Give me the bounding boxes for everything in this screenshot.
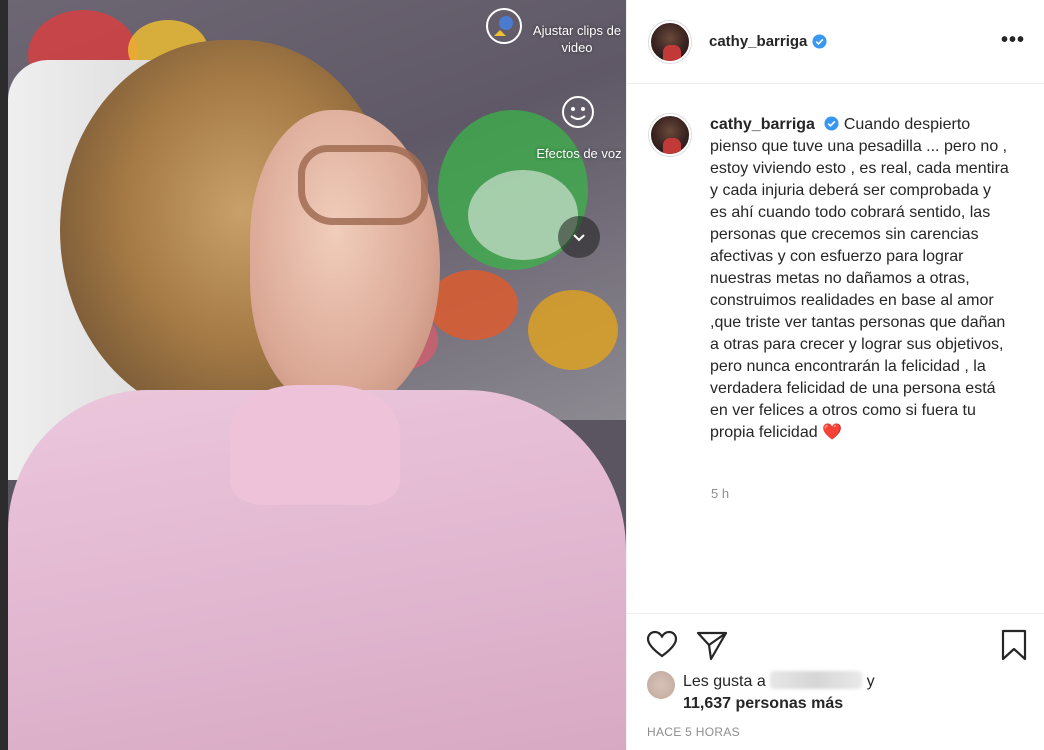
bookmark-icon[interactable] xyxy=(997,628,1031,662)
chevron-down-icon[interactable] xyxy=(558,216,600,258)
voice-effects-icon[interactable] xyxy=(556,90,600,134)
caption-text: Cuando despierto pienso que tuve una pes… xyxy=(710,116,1009,441)
post-date[interactable]: HACE 5 HORAS xyxy=(647,725,740,739)
post-details-panel: cathy_barriga ••• cathy_barriga Cuando d… xyxy=(626,0,1044,750)
action-bar: Les gusta a y 11,637 personas más HACE 5… xyxy=(627,613,1044,750)
caption-timestamp[interactable]: 5 h xyxy=(711,486,729,501)
glasses xyxy=(298,145,428,225)
caption-text-block: cathy_barriga Cuando despierto pienso qu… xyxy=(710,114,1010,444)
caption-block: cathy_barriga Cuando despierto pienso qu… xyxy=(649,114,1029,444)
post-header: cathy_barriga ••• xyxy=(627,0,1044,84)
post-media[interactable]: Ajustar clips de video Efectos de voz xyxy=(0,0,626,750)
verified-badge-icon xyxy=(812,34,827,49)
liker-avatar[interactable] xyxy=(647,671,675,699)
heart-emoji: ❤️ xyxy=(822,424,842,441)
likes-prefix: Les gusta a xyxy=(683,673,766,690)
voice-effects-label[interactable]: Efectos de voz xyxy=(536,145,622,162)
header-username[interactable]: cathy_barriga xyxy=(709,33,807,50)
caption-avatar[interactable] xyxy=(649,114,691,156)
media-edge xyxy=(0,0,8,750)
adjust-clips-label[interactable]: Ajustar clips de video xyxy=(528,22,626,56)
adjust-clips-icon[interactable] xyxy=(482,4,526,48)
avatar[interactable] xyxy=(649,20,691,63)
verified-badge-icon xyxy=(824,116,839,131)
more-options-icon[interactable]: ••• xyxy=(1001,30,1025,50)
sweater-collar xyxy=(230,385,400,505)
likes-summary: Les gusta a y 11,637 personas más xyxy=(647,671,875,715)
heart-icon[interactable] xyxy=(645,628,679,662)
caption-username[interactable]: cathy_barriga xyxy=(710,116,815,133)
paper-plane-icon[interactable] xyxy=(695,628,729,662)
blurred-liker-name[interactable] xyxy=(770,671,863,689)
likes-count[interactable]: 11,637 personas más xyxy=(683,695,843,712)
likes-suffix: y xyxy=(866,673,875,690)
